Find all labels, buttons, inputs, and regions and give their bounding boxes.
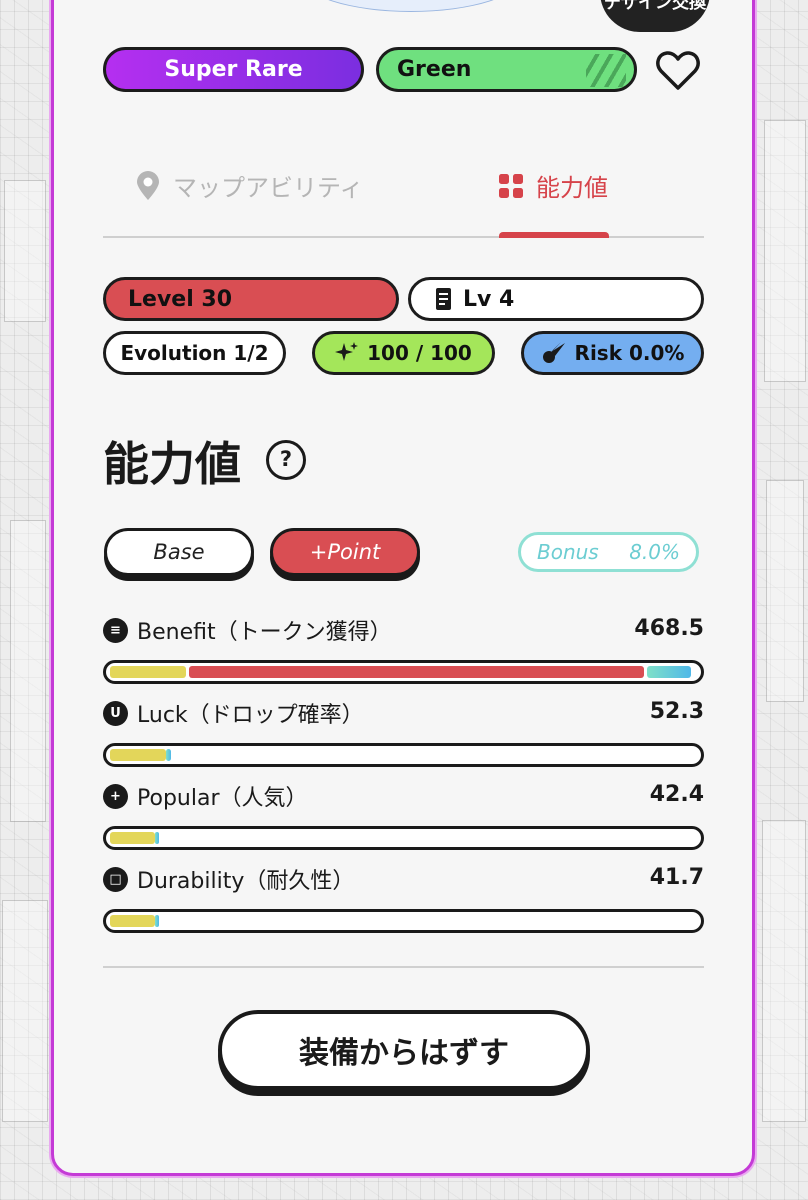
stat-row-durability: □ Durability（耐久性） 41.7 [103, 861, 704, 933]
stat-bar-bonus-segment [166, 749, 171, 761]
risk-badge: Risk 0.0% [521, 331, 704, 375]
rarity-tag: Super Rare [103, 47, 364, 92]
bonus-badge: Bonus 8.0% [518, 532, 699, 572]
tab-stats-label: 能力値 [536, 174, 608, 202]
luck-icon: U [103, 701, 128, 726]
stat-row-benefit: ≡ Benefit（トークン獲得） 468.5 [103, 612, 704, 684]
stat-name: Durability（耐久性） [137, 869, 355, 894]
stat-bar [103, 909, 704, 933]
background-building [766, 480, 804, 702]
tab-map-ability[interactable]: マップアビリティ [135, 168, 364, 203]
tab-stats[interactable]: 能力値 [498, 168, 608, 203]
durability-icon: □ [103, 867, 128, 892]
stat-value: 52.3 [649, 699, 704, 724]
background-building [762, 820, 806, 1122]
popular-icon: + [103, 784, 128, 809]
bonus-label: Bonus [537, 540, 599, 564]
unequip-button[interactable]: 装備からはずす [218, 1010, 590, 1090]
stat-bar-bonus-segment [647, 666, 691, 678]
stat-bar-bonus-segment [155, 915, 159, 927]
color-tag-label: Green [397, 57, 472, 82]
stat-bar-point-segment [189, 666, 644, 678]
stat-bar [103, 660, 704, 684]
stat-name: Benefit（トークン獲得） [137, 620, 392, 645]
scroll-icon [436, 288, 451, 310]
bonus-value: 8.0% [629, 540, 680, 564]
comet-icon [542, 342, 565, 363]
background-building [2, 900, 48, 1122]
stamina-label: 100 / 100 [367, 341, 472, 365]
risk-label: Risk 0.0% [574, 341, 685, 365]
mint-level-badge: Lv 4 [408, 277, 704, 321]
background-building [10, 520, 46, 822]
benefit-icon: ≡ [103, 618, 128, 643]
stat-value: 42.4 [649, 782, 704, 807]
stat-bar-bonus-segment [155, 832, 159, 844]
base-mode-button[interactable]: Base [104, 528, 254, 576]
stripes-decoration [586, 54, 626, 87]
point-mode-button[interactable]: +Point [270, 528, 420, 576]
grid-icon [499, 173, 523, 198]
stat-value: 468.5 [634, 616, 704, 641]
color-tag: Green [376, 47, 637, 92]
stat-name: Luck（ドロップ確率） [137, 703, 364, 728]
background-building [764, 120, 806, 382]
stat-bar [103, 826, 704, 850]
stat-row-luck: U Luck（ドロップ確率） 52.3 [103, 695, 704, 767]
stat-bar-base-segment [110, 915, 155, 927]
stat-name: Popular（人気） [137, 786, 308, 811]
stat-bar [103, 743, 704, 767]
section-title: 能力値 [103, 437, 241, 491]
stat-row-popular: + Popular（人気） 42.4 [103, 778, 704, 850]
active-tab-indicator [499, 232, 609, 238]
stat-bar-base-segment [110, 666, 186, 678]
background-building [4, 180, 46, 322]
stat-value: 41.7 [649, 865, 704, 890]
favorite-heart-icon[interactable] [655, 48, 701, 92]
evolution-badge: Evolution 1/2 [103, 331, 286, 375]
help-icon[interactable]: ? [266, 440, 306, 480]
tab-map-ability-label: マップアビリティ [173, 174, 364, 202]
sparkle-icon [335, 342, 359, 361]
divider [103, 966, 704, 968]
level-badge: Level 30 [103, 277, 399, 321]
tab-bar: マップアビリティ 能力値 [103, 150, 704, 238]
stamina-badge: 100 / 100 [312, 331, 495, 375]
map-pin-icon [137, 170, 159, 200]
stat-bar-base-segment [110, 749, 166, 761]
stat-bar-base-segment [110, 832, 155, 844]
mint-level-label: Lv 4 [463, 286, 515, 312]
